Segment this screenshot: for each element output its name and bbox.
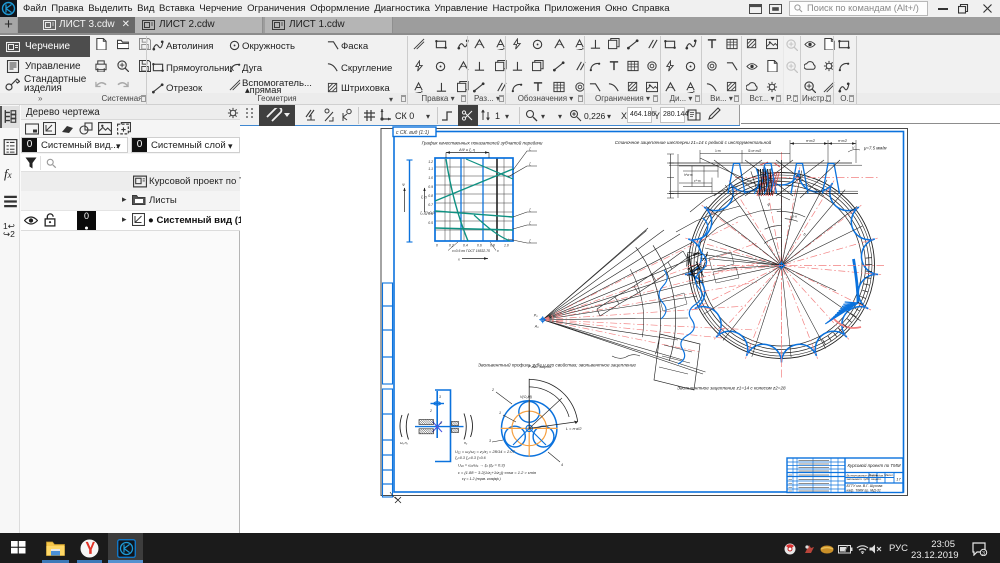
svg-text:ξ₁=0.3 ξ₂=0.3 ξ=0.6: ξ₁=0.3 ξ₂=0.3 ξ=0.6 — [455, 456, 486, 460]
svg-text:3: 3 — [982, 551, 985, 556]
svg-text:3: 3 — [489, 439, 491, 443]
svg-text:х: х — [496, 249, 499, 253]
svg-text:0.6: 0.6 — [477, 244, 482, 248]
svg-text:Р лин. зацепл.: Р лин. зацепл. — [528, 365, 552, 369]
svg-text:0.5: 0.5 — [428, 221, 433, 225]
svg-text:17: 17 — [896, 477, 901, 482]
svg-text:c*·m: c*·m — [694, 179, 701, 183]
svg-text:1.0: 1.0 — [428, 176, 433, 180]
svg-text:Ψ: Ψ — [402, 183, 405, 187]
svg-text:Эвольвентный профиль зуба и ег: Эвольвентный профиль зуба и его свойства… — [478, 362, 636, 368]
svg-text:V(O₂M): V(O₂M) — [520, 395, 532, 399]
svg-text:2: 2 — [429, 409, 432, 413]
svg-text:х=0.6 по ГОСТ 16532-70: х=0.6 по ГОСТ 16532-70 — [451, 249, 490, 253]
svg-text:μ=7.5 мм/м: μ=7.5 мм/м — [863, 146, 887, 151]
svg-text:ξ, η: ξ, η — [421, 195, 427, 199]
svg-text:0.7: 0.7 — [428, 203, 433, 207]
svg-text:P₀: P₀ — [534, 314, 538, 318]
svg-text:Курсовой проект по ТММ: Курсовой проект по ТММ — [848, 463, 901, 468]
svg-text:0.2: 0.2 — [449, 244, 454, 248]
svg-text:0: 0 — [436, 244, 438, 248]
svg-text:каф. ТММ гр. МД-31: каф. ТММ гр. МД-31 — [847, 489, 881, 493]
svg-text:эвольвент. зубч. зацепл.: эвольвент. зубч. зацепл. — [847, 477, 882, 481]
svg-text:λ·m: λ·m — [714, 149, 721, 153]
svg-text:ε = (1.88 − 3.2(1/z₁+1/z₂))·co: ε = (1.88 − 3.2(1/z₁+1/z₂))·cosα = 1.2 >… — [458, 470, 537, 475]
svg-text:1.1: 1.1 — [428, 167, 433, 171]
svg-text:Масшт.: Масшт. — [884, 473, 894, 477]
svg-text:S=π·m/2: S=π·m/2 — [748, 149, 761, 153]
svg-text:h*a·m: h*a·m — [684, 173, 693, 177]
svg-text:εγ = 1.2 (норм. коэфф.): εγ = 1.2 (норм. коэфф.) — [462, 477, 501, 481]
svg-text:1: 1 — [499, 411, 501, 415]
svg-text:1.2: 1.2 — [428, 160, 433, 164]
svg-text:π·m/2: π·m/2 — [838, 139, 847, 143]
svg-text:БГТУ им. В.Г. Шухова: БГТУ им. В.Г. Шухова — [847, 484, 883, 488]
svg-text:Станочное зацепление шестерни: Станочное зацепление шестерни z1=14 с ре… — [615, 139, 772, 145]
svg-text:ζ₁ [ξ]=0.3: ζ₁ [ξ]=0.3 — [420, 211, 435, 215]
svg-text:U₂₁ = ω₂/ω₁ → ξ₁ (ξ₂ = 0.3): U₂₁ = ω₂/ω₁ → ξ₁ (ξ₂ = 0.3) — [458, 463, 506, 468]
svg-text:0.9: 0.9 — [428, 185, 433, 189]
svg-text:1: 1 — [440, 421, 442, 425]
svg-text:A₀: A₀ — [534, 325, 539, 329]
svg-text:π·m/2: π·m/2 — [806, 139, 815, 143]
svg-text:U₁₂ = ω₁/ω₂ = z₂/z₁ = 28/14 =: U₁₂ = ω₁/ω₂ = z₂/z₁ = 28/14 = 2.07 — [455, 449, 516, 454]
svg-text:0.8: 0.8 — [428, 194, 433, 198]
svg-text:0.4: 0.4 — [463, 244, 468, 248]
svg-text:ψ·κ: ψ·κ — [792, 215, 798, 219]
svg-text:3: 3 — [439, 395, 441, 399]
svg-text:х: х — [457, 258, 460, 262]
svg-text:График качественных показателе: График качественных показателей зубчатой… — [422, 140, 543, 146]
svg-text:ΔΨ и ξ, η: ΔΨ и ξ, η — [458, 148, 475, 152]
svg-text:с СК. вид (1:1): с СК. вид (1:1) — [396, 130, 429, 136]
svg-text:L = π·d/2: L = π·d/2 — [566, 427, 582, 431]
svg-text:4: 4 — [561, 463, 563, 467]
svg-text:2: 2 — [491, 388, 494, 392]
svg-text:1.0: 1.0 — [504, 244, 509, 248]
svg-text:ω₁ n₁: ω₁ n₁ — [400, 441, 408, 445]
